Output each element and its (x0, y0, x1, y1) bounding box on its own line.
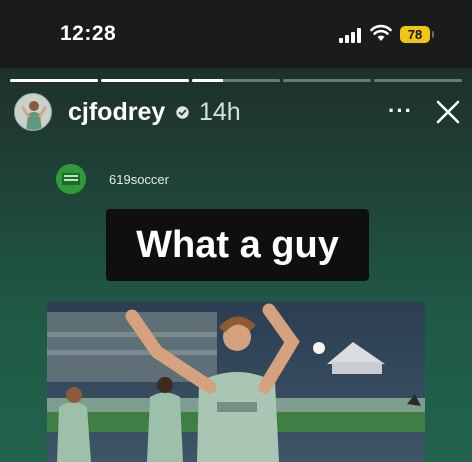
story-photo (47, 302, 425, 462)
more-options-button[interactable]: ··· (388, 98, 413, 124)
story-caption: What a guy (106, 209, 369, 281)
story-progress-bar (10, 79, 462, 82)
status-time: 12:28 (60, 22, 117, 45)
battery-indicator: 78 (400, 26, 430, 43)
repost-username[interactable]: 619soccer (109, 172, 169, 187)
story-username[interactable]: cjfodrey (68, 98, 165, 127)
story-progress-fill (192, 79, 223, 82)
story-progress-fill (10, 79, 98, 82)
story-header: cjfodrey 14h ··· (0, 88, 472, 138)
verified-badge-icon (176, 106, 189, 119)
repost-avatar[interactable] (56, 164, 86, 194)
story-progress-segment (192, 79, 280, 82)
story-progress-fill (101, 79, 189, 82)
cellular-signal-icon (339, 27, 363, 43)
story-progress-segment (374, 79, 462, 82)
story-progress-segment (283, 79, 371, 82)
close-icon[interactable] (436, 100, 460, 124)
status-bar: 12:28 78 (0, 0, 472, 68)
story-progress-segment (10, 79, 98, 82)
avatar[interactable] (14, 93, 52, 131)
wifi-icon (370, 24, 392, 41)
battery-nub (432, 31, 434, 38)
story-progress-segment (101, 79, 189, 82)
story-age: 14h (199, 98, 241, 126)
